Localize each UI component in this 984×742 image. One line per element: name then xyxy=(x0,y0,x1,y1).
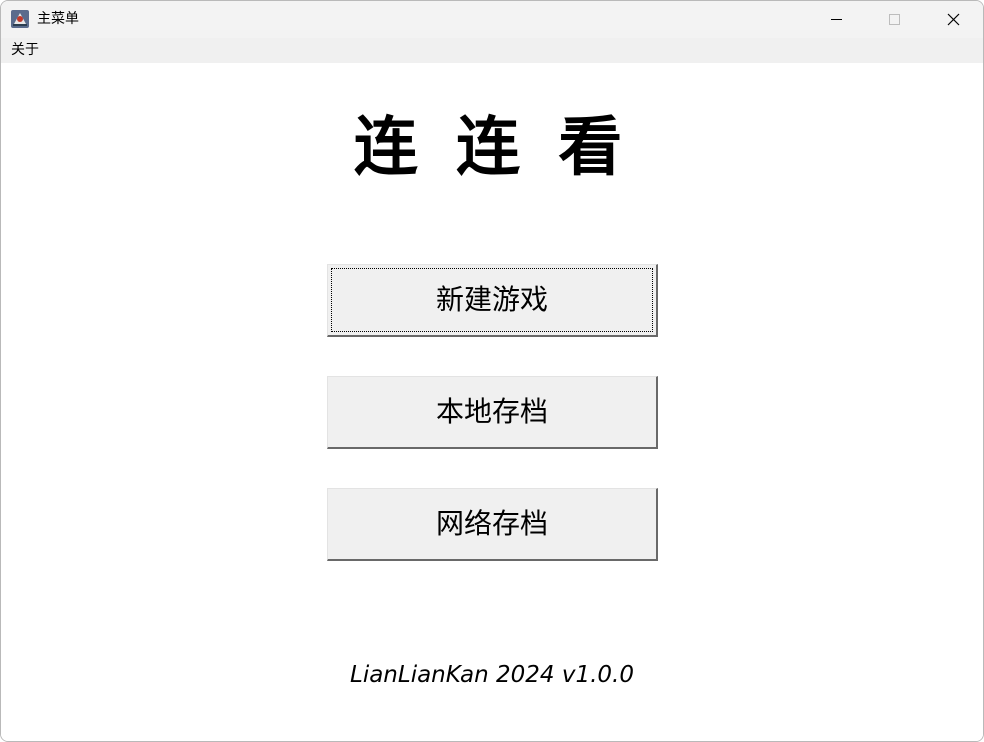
new-game-label: 新建游戏 xyxy=(435,283,548,316)
menu-bar: 关于 xyxy=(1,38,983,63)
local-save-label: 本地存档 xyxy=(435,395,548,428)
app-window: 主菜单 关于 连 连 看 新建游戏 本地存档 网络存档 LianLianKan … xyxy=(0,0,984,742)
maximize-icon xyxy=(889,14,900,25)
menu-about[interactable]: 关于 xyxy=(7,39,43,61)
maximize-button[interactable] xyxy=(865,1,923,38)
main-panel: 连 连 看 新建游戏 本地存档 网络存档 LianLianKan 2024 v1… xyxy=(1,63,983,741)
version-label: LianLianKan 2024 v1.0.0 xyxy=(350,662,634,688)
local-save-button[interactable]: 本地存档 xyxy=(327,376,658,449)
new-game-button[interactable]: 新建游戏 xyxy=(327,264,658,337)
java-cup-icon xyxy=(10,9,30,29)
network-save-button[interactable]: 网络存档 xyxy=(327,488,658,561)
close-button[interactable] xyxy=(923,1,981,38)
network-save-label: 网络存档 xyxy=(435,507,548,540)
window-title: 主菜单 xyxy=(37,11,79,27)
title-bar[interactable]: 主菜单 xyxy=(1,1,983,38)
minimize-button[interactable] xyxy=(807,1,865,38)
minimize-icon xyxy=(831,19,842,20)
game-title: 连 连 看 xyxy=(353,110,631,185)
close-icon xyxy=(947,13,960,26)
